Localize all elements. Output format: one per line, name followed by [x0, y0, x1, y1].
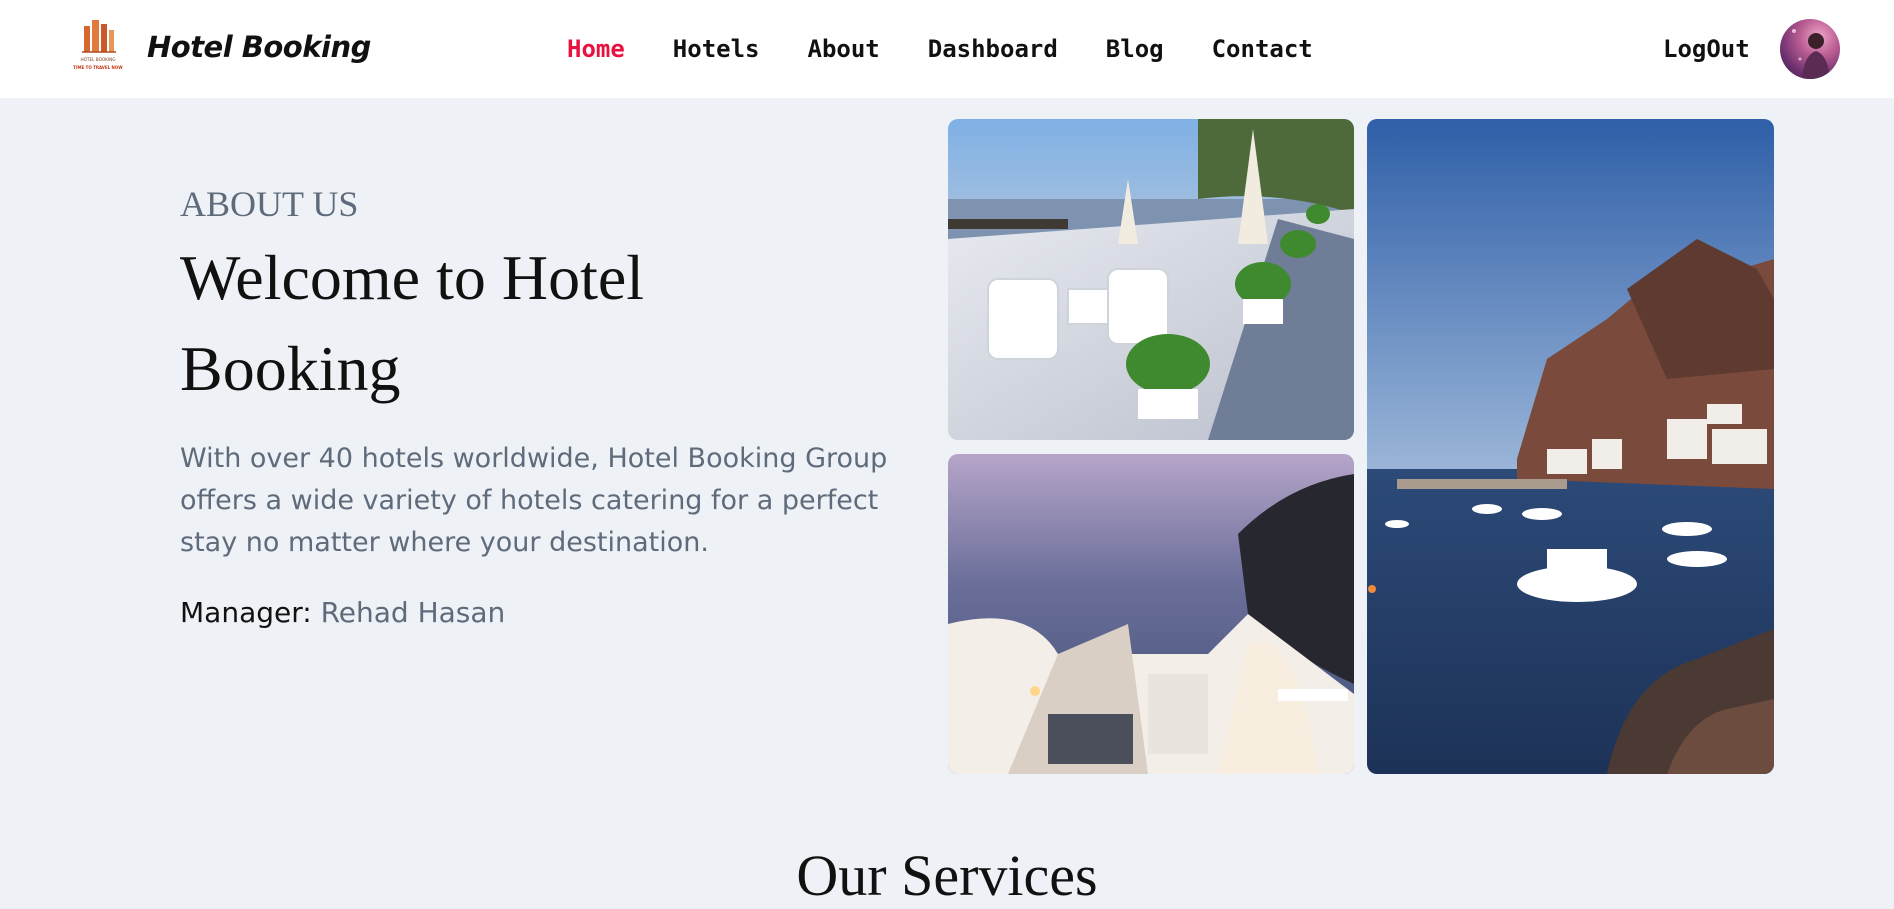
manager-label: Manager:: [180, 596, 312, 629]
nav-home[interactable]: Home: [567, 35, 625, 63]
brand-name[interactable]: Hotel Booking: [147, 30, 371, 64]
about-kicker: ABOUT US: [180, 184, 359, 224]
manager-name: Rehad Hasan: [320, 596, 506, 629]
nav-hotels[interactable]: Hotels: [673, 35, 760, 63]
logout-button[interactable]: LogOut: [1663, 35, 1750, 63]
about-description: With over 40 hotels worldwide, Hotel Boo…: [180, 443, 888, 558]
user-avatar-icon: [1792, 29, 1830, 79]
svg-text:HOTEL BOOKING: HOTEL BOOKING: [80, 57, 115, 62]
user-avatar[interactable]: [1780, 19, 1840, 79]
svg-text:TIME TO TRAVEL NOW: TIME TO TRAVEL NOW: [73, 65, 123, 70]
gallery-image-harbor: [1367, 119, 1774, 774]
manager-info: Manager: Rehad Hasan: [180, 596, 505, 629]
nav-about[interactable]: About: [808, 35, 880, 63]
gallery-image-terrace: [948, 119, 1354, 440]
nav-contact[interactable]: Contact: [1212, 35, 1313, 63]
gallery-image-stairs: [948, 454, 1354, 774]
nav-blog[interactable]: Blog: [1106, 35, 1164, 63]
nav-dashboard[interactable]: Dashboard: [928, 35, 1058, 63]
top-navbar: HOTEL BOOKING TIME TO TRAVEL NOW Hotel B…: [0, 0, 1894, 98]
page-title: Welcome to Hotel Booking: [180, 242, 645, 404]
services-heading: Our Services: [796, 843, 1098, 908]
main-nav: Home Hotels About Dashboard Blog Contact: [567, 35, 1313, 63]
hotel-logo[interactable]: HOTEL BOOKING TIME TO TRAVEL NOW: [66, 18, 130, 74]
